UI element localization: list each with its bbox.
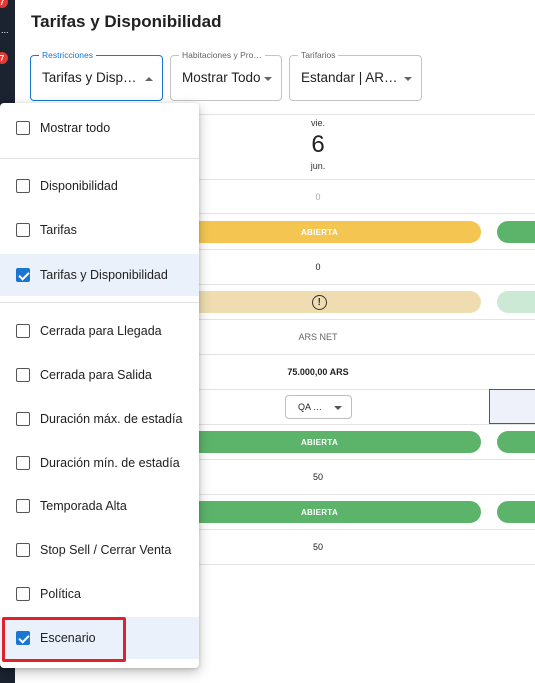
restricciones-label: Restricciones bbox=[39, 50, 97, 60]
caret-up-icon bbox=[145, 77, 153, 81]
menu-item-label: Cerrada para Llegada bbox=[40, 324, 162, 338]
checkbox-icon bbox=[16, 179, 30, 193]
status-pill-open[interactable]: ABIERTA bbox=[158, 501, 481, 523]
menu-item-duracion-min[interactable]: Duración mín. de estadía bbox=[0, 444, 199, 482]
grid-divider bbox=[198, 354, 535, 355]
menu-item-mostrar-todo[interactable]: Mostrar todo bbox=[0, 109, 199, 147]
menu-item-label: Tarifas y Disponibilidad bbox=[40, 268, 168, 282]
restricciones-select[interactable]: Restricciones Tarifas y Disp… bbox=[30, 50, 163, 101]
sidebar-overflow: ... bbox=[1, 25, 9, 35]
grid-cell-value: 50 bbox=[312, 542, 323, 552]
restricciones-menu: Mostrar todo Disponibilidad Tarifas Tari… bbox=[0, 103, 199, 668]
menu-divider bbox=[0, 158, 199, 159]
checkbox-icon bbox=[16, 412, 30, 426]
grid-divider bbox=[198, 564, 535, 565]
status-pill-open[interactable]: ABIERTA bbox=[158, 221, 481, 243]
grid-divider bbox=[198, 389, 535, 390]
grid-divider bbox=[198, 213, 535, 214]
menu-item-label: Disponibilidad bbox=[40, 179, 118, 193]
checkbox-icon bbox=[16, 456, 30, 470]
status-pill-next-day[interactable] bbox=[497, 221, 535, 243]
menu-item-label: Duración mín. de estadía bbox=[40, 456, 180, 470]
menu-item-label: Cerrada para Salida bbox=[40, 368, 152, 382]
caret-down-icon bbox=[334, 406, 342, 410]
grid-divider bbox=[198, 529, 535, 530]
grid-cell-label: ARS NET bbox=[298, 332, 338, 342]
date-weekday: vie. bbox=[310, 118, 325, 128]
menu-item-label: Temporada Alta bbox=[40, 499, 127, 513]
menu-item-label: Tarifas bbox=[40, 223, 77, 237]
menu-item-cerrada-llegada[interactable]: Cerrada para Llegada bbox=[0, 312, 199, 350]
habitaciones-select[interactable]: Habitaciones y Pro… Mostrar Todo bbox=[170, 50, 282, 101]
selected-cell[interactable] bbox=[489, 389, 535, 424]
grid-divider bbox=[198, 494, 535, 495]
menu-item-cerrada-salida[interactable]: Cerrada para Salida bbox=[0, 356, 199, 394]
date-month: jun. bbox=[310, 161, 326, 171]
menu-item-disponibilidad[interactable]: Disponibilidad bbox=[0, 167, 199, 205]
checkbox-icon bbox=[16, 324, 30, 338]
status-pill-open[interactable]: ABIERTA bbox=[158, 431, 481, 453]
grid-divider bbox=[198, 179, 535, 180]
habitaciones-label: Habitaciones y Pro… bbox=[179, 50, 265, 60]
checkbox-icon bbox=[16, 499, 30, 513]
grid-divider bbox=[198, 249, 535, 250]
grid-cell-value: 50 bbox=[312, 472, 323, 482]
menu-item-label: Stop Sell / Cerrar Venta bbox=[40, 543, 172, 557]
checkbox-icon bbox=[16, 368, 30, 382]
grid-divider bbox=[198, 424, 535, 425]
menu-item-temporada-alta[interactable]: Temporada Alta bbox=[0, 487, 199, 525]
checkbox-icon bbox=[16, 543, 30, 557]
status-pill-next-day[interactable] bbox=[497, 291, 535, 313]
menu-item-politica[interactable]: Política bbox=[0, 575, 199, 613]
restricciones-value: Tarifas y Disp… bbox=[42, 70, 137, 85]
menu-item-label: Duración máx. de estadía bbox=[40, 412, 183, 426]
status-pill-next-day[interactable] bbox=[497, 501, 535, 523]
menu-item-stop-sell[interactable]: Stop Sell / Cerrar Venta bbox=[0, 531, 199, 569]
grid-divider bbox=[198, 284, 535, 285]
habitaciones-value: Mostrar Todo bbox=[182, 70, 261, 85]
tarifarios-label: Tarifarios bbox=[298, 50, 339, 60]
menu-item-duracion-max[interactable]: Duración máx. de estadía bbox=[0, 400, 199, 438]
menu-item-label: Política bbox=[40, 587, 81, 601]
warning-pill[interactable]: ! bbox=[158, 291, 481, 313]
menu-item-tarifas-y-disponibilidad[interactable]: Tarifas y Disponibilidad bbox=[0, 254, 199, 296]
grid-cell-value: 0 bbox=[315, 192, 321, 202]
warning-icon: ! bbox=[312, 294, 327, 310]
menu-divider bbox=[0, 302, 199, 303]
grid-divider bbox=[198, 459, 535, 460]
grid-cell-value: 0 bbox=[315, 262, 321, 272]
notification-badge[interactable]: 7 bbox=[0, 52, 8, 64]
grid-cell-price[interactable]: 75.000,00 ARS bbox=[278, 367, 358, 377]
date-day: 6 bbox=[311, 131, 325, 158]
checkbox-icon bbox=[16, 121, 30, 135]
notification-badge[interactable]: 7 bbox=[0, 0, 8, 8]
tarifarios-select[interactable]: Tarifarios Estandar | AR… bbox=[289, 50, 422, 101]
scenario-select[interactable]: QA … bbox=[285, 395, 352, 419]
annotation-highlight-box bbox=[2, 617, 126, 662]
date-header: vie. 6 jun. bbox=[288, 118, 348, 171]
scenario-select-value: QA … bbox=[298, 402, 323, 412]
menu-item-tarifas[interactable]: Tarifas bbox=[0, 211, 199, 249]
caret-down-icon bbox=[404, 77, 412, 81]
tarifarios-value: Estandar | AR… bbox=[301, 70, 398, 85]
checkbox-icon bbox=[16, 223, 30, 237]
caret-down-icon bbox=[264, 77, 272, 81]
checkbox-checked-icon bbox=[16, 268, 30, 282]
grid-divider bbox=[198, 114, 535, 115]
status-pill-next-day[interactable] bbox=[497, 431, 535, 453]
checkbox-icon bbox=[16, 587, 30, 601]
menu-item-label: Mostrar todo bbox=[40, 121, 111, 135]
grid-divider bbox=[198, 319, 535, 320]
page-title: Tarifas y Disponibilidad bbox=[31, 12, 222, 31]
